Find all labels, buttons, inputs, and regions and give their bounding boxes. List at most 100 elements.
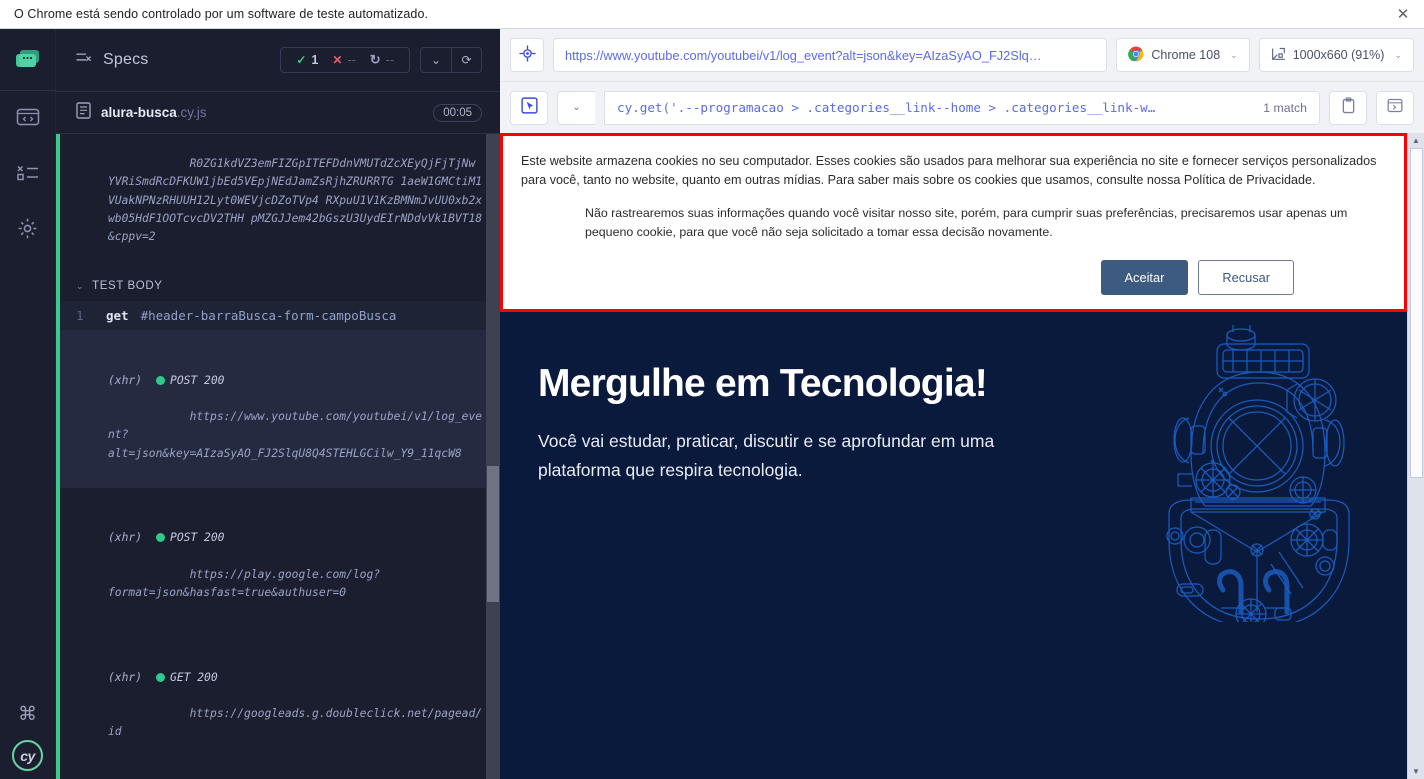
match-count-label: 1 match bbox=[1263, 100, 1307, 115]
sidebar-item-debug[interactable] bbox=[0, 147, 55, 203]
spinner-icon: ↻ bbox=[369, 52, 381, 67]
scrollbar-track[interactable] bbox=[1408, 148, 1424, 764]
scroll-up-arrow-icon[interactable]: ▲ bbox=[1412, 133, 1420, 148]
selector-picker-button[interactable] bbox=[510, 90, 548, 125]
diving-helmet-blueprint-icon bbox=[1129, 322, 1369, 630]
gear-icon bbox=[16, 217, 39, 245]
specs-header: Specs ✓ 1 ✕ -- ↻ -- ⌄ ⟳ bbox=[56, 29, 500, 91]
sidebar-item-settings[interactable] bbox=[0, 203, 55, 259]
chrome-icon bbox=[1128, 46, 1144, 65]
xhr-url-text: R0ZG1kdVZ3emFIZGpITEFDdnVMUTdZcXEyQjFjTj… bbox=[108, 157, 483, 244]
collapse-all-button[interactable]: ⌄ bbox=[421, 48, 451, 72]
viewport-target-button[interactable] bbox=[510, 38, 544, 72]
test-pass-stripe bbox=[56, 134, 60, 779]
hero-section: Mergulhe em Tecnologia! Você vai estudar… bbox=[500, 312, 1407, 779]
viewport-size-selector[interactable]: 1000x660 (91%) ⌄ bbox=[1258, 38, 1414, 72]
xhr-type-label: (xhr) bbox=[108, 670, 143, 684]
left-navigation-rail: ⌘ cy bbox=[0, 29, 56, 779]
command-log-scrollbar[interactable] bbox=[486, 134, 500, 779]
hero-subline: Você vai estudar, praticar, discutir e s… bbox=[538, 430, 995, 480]
target-icon bbox=[518, 45, 536, 65]
test-body-label: TEST BODY bbox=[92, 280, 163, 293]
scroll-down-arrow-icon[interactable]: ▼ bbox=[1412, 764, 1420, 779]
command-name: get bbox=[106, 308, 129, 324]
sidebar-item-runs[interactable] bbox=[0, 91, 55, 147]
cookie-consent-banner: Este website armazena cookies no seu com… bbox=[500, 133, 1407, 312]
log-entry-command[interactable]: 1 get #header-barraBusca-form-campoBusca bbox=[56, 301, 500, 331]
rail-bottom-group: ⌘ cy bbox=[12, 694, 43, 779]
keyboard-shortcuts-button[interactable]: ⌘ bbox=[12, 694, 43, 734]
status-badge-failed: ✕ -- bbox=[325, 53, 362, 67]
selector-method-dropdown[interactable]: ⌄ bbox=[557, 90, 595, 125]
cookie-paragraph-primary: Este website armazena cookies no seu com… bbox=[521, 154, 1377, 187]
command-log-body[interactable]: R0ZG1kdVZ3emFIZGpITEFDdnVMUTdZcXEyQjFjTj… bbox=[56, 133, 500, 779]
selector-playground-toolbar: ⌄ cy.get('.--programacao > .categories__… bbox=[500, 81, 1424, 133]
automation-notification-text: O Chrome está sendo controlado por um so… bbox=[14, 7, 429, 21]
command-log-panel: Specs ✓ 1 ✕ -- ↻ -- ⌄ ⟳ alura-busca.cy.j… bbox=[56, 29, 500, 779]
xhr-meta-line: (xhr) POST 200 bbox=[108, 529, 486, 547]
xhr-url-text: https://www.youtube.com/youtubei/v1/log_… bbox=[108, 410, 483, 460]
status-dot-icon bbox=[156, 533, 166, 543]
chevron-down-icon: ⌄ bbox=[1230, 49, 1238, 60]
open-in-panel-icon bbox=[1387, 98, 1403, 118]
cypress-account-badge[interactable]: cy bbox=[12, 740, 43, 771]
cypress-logo-icon[interactable] bbox=[0, 29, 55, 91]
restart-tests-button[interactable]: ⟳ bbox=[451, 48, 481, 72]
xhr-status: POST 200 bbox=[170, 531, 225, 545]
spec-file-name: alura-busca.cy.js bbox=[101, 105, 207, 120]
status-dot-icon bbox=[156, 672, 166, 682]
scrollbar-thumb[interactable] bbox=[487, 466, 499, 602]
chevron-down-icon: ⌄ bbox=[572, 102, 581, 113]
command-key-icon: ⌘ bbox=[18, 703, 37, 725]
url-display-field[interactable]: https://www.youtube.com/youtubei/v1/log_… bbox=[553, 38, 1108, 72]
automation-notification-bar: O Chrome está sendo controlado por um so… bbox=[0, 0, 1424, 29]
viewport-icon bbox=[1271, 46, 1286, 64]
passed-count: 1 bbox=[311, 53, 319, 67]
spec-duration: 00:05 bbox=[433, 103, 482, 122]
status-badge-pending: ↻ -- bbox=[363, 52, 401, 68]
chevron-down-icon: ⌄ bbox=[1394, 49, 1402, 60]
cookie-banner-actions: Aceitar Recusar bbox=[521, 260, 1382, 295]
viewport-label: 1000x660 (91%) bbox=[1292, 48, 1385, 62]
xhr-url-text: https://play.google.com/log? format=json… bbox=[108, 567, 381, 600]
log-entry-xhr-continued[interactable]: R0ZG1kdVZ3emFIZGpITEFDdnVMUTdZcXEyQjFjTj… bbox=[56, 134, 500, 272]
application-under-test-wrapper: Este website armazena cookies no seu com… bbox=[500, 133, 1424, 779]
log-entry-xhr[interactable]: (xhr)POST 200 https://www.youtube.com/yo… bbox=[56, 330, 500, 489]
runner-body: ⌘ cy Specs ✓ 1 ✕ -- ↻ -- ⌄ ⟳ alura-busca… bbox=[0, 29, 1424, 779]
open-in-panel-button[interactable] bbox=[1376, 90, 1414, 125]
command-number: 1 bbox=[76, 308, 84, 324]
selector-input-field[interactable]: cy.get('.--programacao > .categories__li… bbox=[604, 90, 1320, 125]
log-entry-xhr[interactable]: (xhr) GET 200 https://googleads.g.doublec… bbox=[56, 627, 500, 766]
refuse-cookies-button[interactable]: Recusar bbox=[1198, 260, 1294, 295]
copy-selector-button[interactable] bbox=[1329, 90, 1367, 125]
cypress-test-runner-window: O Chrome está sendo controlado por um so… bbox=[0, 0, 1424, 779]
cookie-paragraph-secondary: Não rastrearemos suas informações quando… bbox=[585, 206, 1348, 239]
pending-count: -- bbox=[385, 53, 394, 67]
xhr-type-label: (xhr) bbox=[108, 373, 143, 387]
command-argument: #header-barraBusca-form-campoBusca bbox=[140, 308, 397, 324]
test-stats-group: ✓ 1 ✕ -- ↻ -- bbox=[280, 47, 410, 73]
status-badge-passed: ✓ 1 bbox=[289, 53, 325, 67]
log-entry-xhr[interactable]: (xhr) POST 200 https://play.google.com/lo… bbox=[56, 488, 500, 627]
chevron-down-icon: ⌄ bbox=[76, 280, 85, 291]
xhr-url-text: https://googleads.g.doubleclick.net/page… bbox=[108, 707, 483, 739]
xhr-status: GET 200 bbox=[170, 670, 218, 684]
test-body-section-header[interactable]: ⌄ TEST BODY bbox=[56, 271, 500, 301]
selector-picker-icon bbox=[520, 96, 538, 119]
browser-selector[interactable]: Chrome 108 ⌄ bbox=[1116, 38, 1250, 72]
selector-text: cy.get('.--programacao > .categories__li… bbox=[617, 100, 1156, 115]
failed-count: -- bbox=[347, 53, 356, 67]
command-log-scroll-area[interactable]: R0ZG1kdVZ3emFIZGpITEFDdnVMUTdZcXEyQjFjTj… bbox=[56, 134, 500, 779]
app-preview-pane: https://www.youtube.com/youtubei/v1/log_… bbox=[500, 29, 1424, 779]
spec-file-row[interactable]: alura-busca.cy.js 00:05 bbox=[56, 91, 500, 133]
accept-cookies-button[interactable]: Aceitar bbox=[1100, 260, 1189, 295]
scrollbar-thumb[interactable] bbox=[1410, 148, 1423, 478]
close-icon[interactable]: ✕ bbox=[1390, 3, 1416, 25]
page-title: Specs bbox=[103, 51, 149, 68]
app-preview-scrollbar[interactable]: ▲ ▼ bbox=[1407, 133, 1424, 779]
debug-list-icon bbox=[16, 164, 40, 187]
check-icon: ✓ bbox=[296, 53, 307, 67]
application-under-test-frame[interactable]: Este website armazena cookies no seu com… bbox=[500, 133, 1407, 779]
url-text: https://www.youtube.com/youtubei/v1/log_… bbox=[565, 47, 1042, 63]
log-entry-xhr[interactable]: (xhr)POST 200 https://www.youtube.com/yo… bbox=[56, 767, 500, 779]
